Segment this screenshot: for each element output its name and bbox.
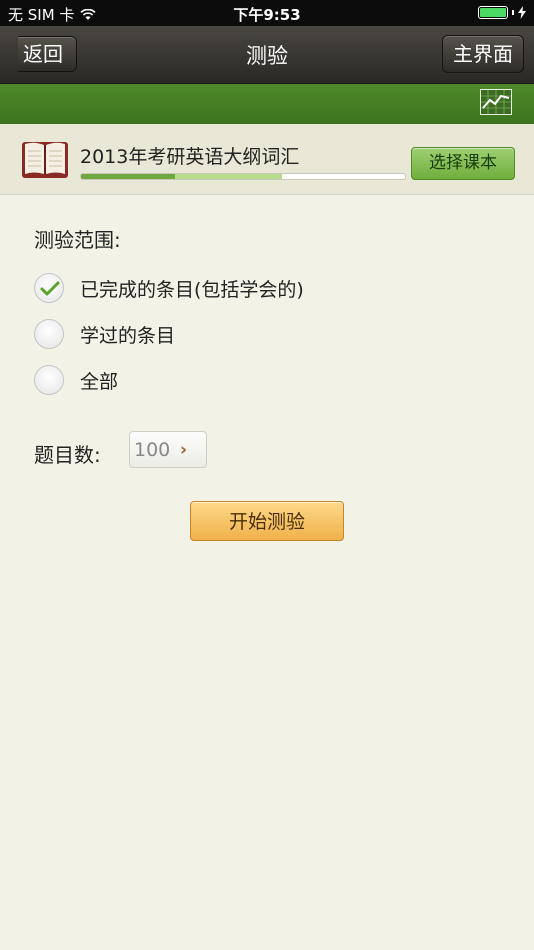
- question-count-picker[interactable]: 100 ›: [129, 431, 207, 468]
- checkmark-icon: [40, 281, 60, 296]
- radio-option-all[interactable]: 全部: [34, 363, 118, 397]
- book-title: 2013年考研英语大纲词汇: [80, 146, 300, 168]
- question-count-label: 题目数:: [34, 443, 101, 467]
- start-quiz-button[interactable]: 开始测验: [190, 501, 344, 541]
- battery-group: [478, 6, 526, 19]
- question-count-value: 100: [134, 439, 171, 461]
- book-progress-bar: [80, 173, 406, 180]
- radio-button[interactable]: [34, 319, 64, 349]
- status-bar: 无 SIM 卡 下午9:53: [0, 0, 534, 26]
- select-textbook-button[interactable]: 选择课本: [411, 147, 515, 180]
- radio-label: 已完成的条目(包括学会的): [80, 278, 304, 301]
- progress-done-fill: [81, 174, 175, 179]
- nav-bar: 返回 测验 主界面: [0, 26, 534, 84]
- battery-cap: [512, 10, 514, 15]
- book-icon: [22, 142, 68, 178]
- home-button[interactable]: 主界面: [442, 35, 524, 73]
- charging-bolt-icon: [518, 6, 526, 19]
- radio-button[interactable]: [34, 365, 64, 395]
- chevron-right-icon: ›: [180, 440, 188, 460]
- radio-label: 全部: [80, 370, 119, 393]
- line-chart-icon: [481, 90, 511, 114]
- radio-label: 学过的条目: [80, 324, 176, 347]
- stats-chart-button[interactable]: [480, 89, 512, 115]
- battery-icon: [478, 6, 508, 19]
- clock: 下午9:53: [233, 6, 301, 24]
- radio-option-studied[interactable]: 学过的条目: [34, 317, 175, 351]
- range-label: 测验范围:: [34, 228, 121, 252]
- radio-option-completed[interactable]: 已完成的条目(包括学会的): [34, 271, 304, 305]
- radio-button[interactable]: [34, 273, 64, 303]
- toolbar-green: [0, 84, 534, 124]
- textbook-row: 2013年考研英语大纲词汇 选择课本: [0, 124, 534, 195]
